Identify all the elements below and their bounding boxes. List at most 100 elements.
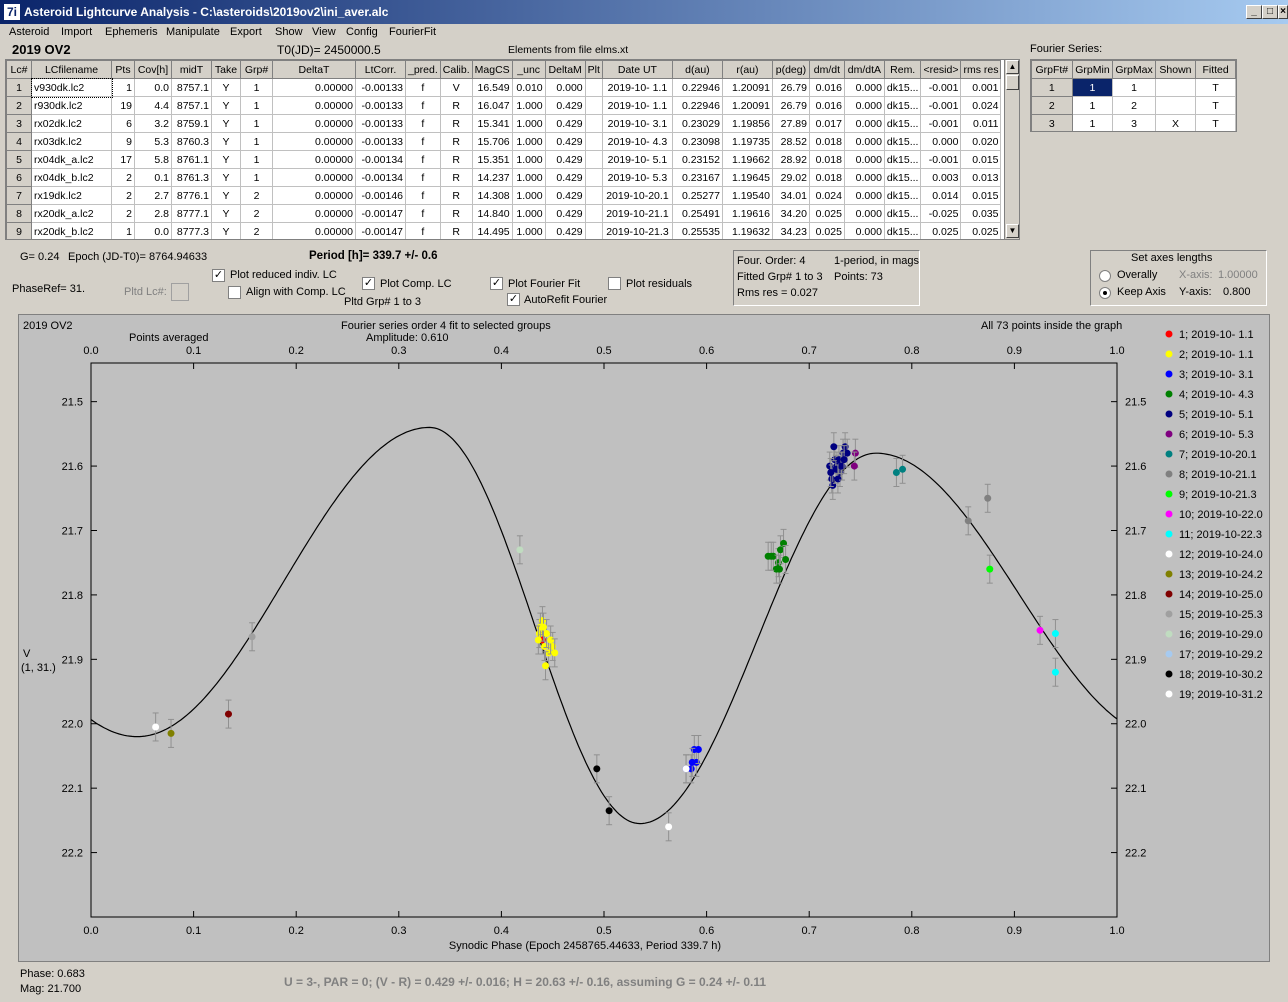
table-cell[interactable]: 2 — [111, 186, 135, 205]
table-cell[interactable]: 1.19645 — [721, 168, 773, 187]
table-cell[interactable]: Y — [211, 222, 241, 239]
table-cell[interactable]: -0.00134 — [355, 150, 406, 169]
table-cell[interactable]: 0.429 — [544, 132, 586, 151]
table-cell[interactable]: 1.19662 — [721, 150, 773, 169]
plot-panel[interactable]: 0.0 0.0 0.1 0.1 0.2 0.2 0.3 0.3 0.4 0.4 0.5 0.5 0.6 0… — [18, 314, 1270, 962]
table-cell[interactable]: 0.014 — [920, 186, 962, 205]
table-cell[interactable]: -0.00134 — [355, 168, 406, 187]
table-cell[interactable]: 0.024 — [808, 186, 845, 205]
table-cell[interactable]: 26.79 — [771, 96, 810, 115]
table-cell[interactable]: 0.025 — [960, 222, 1002, 239]
column-header[interactable]: Take — [211, 60, 241, 79]
table-cell[interactable]: dk15... — [883, 222, 922, 239]
fourier-cell[interactable]: T — [1195, 96, 1236, 115]
autorefit-checkbox[interactable]: ✓ — [507, 293, 520, 306]
table-cell[interactable]: -0.001 — [920, 150, 962, 169]
table-cell[interactable]: 15.706 — [471, 132, 513, 151]
table-cell[interactable]: f — [405, 96, 441, 115]
table-cell[interactable]: 2019-10-20.1 — [601, 186, 673, 205]
table-cell[interactable] — [584, 132, 603, 151]
fourier-cell[interactable]: 3 — [1112, 114, 1156, 131]
table-cell[interactable]: f — [405, 78, 441, 97]
table-row[interactable]: 7 rx19dk.lc2 2 2.7 8776.1 Y 2 0.00000 -0.00146 f R… — [6, 186, 1002, 205]
table-cell[interactable]: -0.00147 — [355, 222, 406, 239]
align-comp-checkbox[interactable] — [228, 286, 241, 299]
table-cell[interactable]: 2.8 — [134, 204, 172, 223]
table-cell[interactable]: 0.00000 — [272, 204, 356, 223]
keep-axis-radio[interactable] — [1099, 287, 1111, 299]
column-header[interactable]: midT — [171, 60, 212, 79]
lightcurve-chart[interactable]: 0.0 0.0 0.1 0.1 0.2 0.2 0.3 0.3 0.4 0.4 0.5 0.5 0.6 0… — [19, 315, 1269, 961]
table-cell[interactable]: 0.000 — [843, 222, 885, 239]
row-header[interactable]: 3 — [6, 114, 32, 133]
scroll-thumb[interactable] — [1006, 75, 1019, 90]
fourier-cell[interactable]: 2 — [1112, 96, 1156, 115]
table-cell[interactable]: 0.000 — [843, 78, 885, 97]
column-header[interactable]: Lc# — [6, 60, 32, 79]
table-cell[interactable]: 0.00000 — [272, 150, 356, 169]
table-cell[interactable]: 8777.1 — [171, 204, 212, 223]
table-cell[interactable]: 0.429 — [544, 186, 586, 205]
table-cell[interactable]: dk15... — [883, 186, 922, 205]
fourier-row-header[interactable]: 2 — [1031, 96, 1073, 115]
table-cell[interactable]: R — [439, 204, 473, 223]
table-cell[interactable]: 0.22946 — [671, 78, 723, 97]
table-cell[interactable]: 29.02 — [771, 168, 810, 187]
table-cell[interactable]: 0.429 — [544, 222, 586, 239]
table-cell[interactable] — [584, 168, 603, 187]
table-cell[interactable]: rx20dk_a.lc2 — [31, 204, 112, 223]
plot-residuals-checkbox[interactable] — [608, 277, 621, 290]
fourier-cell[interactable]: 1 — [1112, 78, 1156, 97]
table-cell[interactable]: 0.0 — [134, 222, 172, 239]
table-cell[interactable]: f — [405, 114, 441, 133]
table-cell[interactable]: v930dk.lc2 — [30, 77, 113, 98]
table-cell[interactable]: 1.20091 — [721, 78, 773, 97]
table-cell[interactable]: f — [405, 132, 441, 151]
table-cell[interactable]: 0.429 — [544, 150, 586, 169]
table-cell[interactable]: 1 — [240, 78, 273, 97]
table-cell[interactable]: 1.19735 — [721, 132, 773, 151]
table-cell[interactable] — [584, 204, 603, 223]
table-cell[interactable]: 1.19616 — [721, 204, 773, 223]
xaxis-value[interactable]: 1.00000 — [1218, 269, 1258, 281]
column-header[interactable]: d(au) — [671, 60, 723, 79]
plot-reduced-checkbox[interactable]: ✓ — [212, 269, 225, 282]
menu-import[interactable]: Import — [61, 26, 92, 38]
table-cell[interactable]: V — [439, 78, 473, 97]
table-cell[interactable]: 34.01 — [771, 186, 810, 205]
column-header[interactable]: _unc — [511, 60, 546, 79]
row-header[interactable]: 5 — [6, 150, 32, 169]
table-cell[interactable]: 0.429 — [544, 168, 586, 187]
table-cell[interactable]: -0.00146 — [355, 186, 406, 205]
table-cell[interactable]: R — [439, 96, 473, 115]
column-header[interactable]: DeltaT — [272, 60, 356, 79]
table-cell[interactable]: Y — [211, 204, 241, 223]
column-header[interactable]: p(deg) — [771, 60, 810, 79]
table-cell[interactable]: 2019-10- 1.1 — [601, 96, 673, 115]
table-cell[interactable]: 0.025 — [808, 204, 845, 223]
table-cell[interactable]: 19 — [111, 96, 135, 115]
table-cell[interactable]: 2019-10-21.1 — [601, 204, 673, 223]
column-header[interactable]: Rem. — [883, 60, 922, 79]
table-cell[interactable]: 0.23167 — [671, 168, 723, 187]
table-cell[interactable]: 1 — [111, 78, 135, 97]
table-cell[interactable]: 0.429 — [544, 114, 586, 133]
table-cell[interactable]: 0.000 — [544, 78, 586, 97]
table-cell[interactable]: 28.52 — [771, 132, 810, 151]
fourier-row-header[interactable]: 3 — [1031, 114, 1073, 131]
table-cell[interactable]: 2019-10-21.3 — [601, 222, 673, 239]
table-cell[interactable]: 1.19540 — [721, 186, 773, 205]
table-cell[interactable]: f — [405, 168, 441, 187]
table-row[interactable]: 3 rx02dk.lc2 6 3.2 8759.1 Y 1 0.00000 -0.00133 f R… — [6, 114, 1002, 133]
table-cell[interactable]: 0.010 — [511, 78, 546, 97]
table-cell[interactable]: 8760.3 — [171, 132, 212, 151]
table-cell[interactable]: 0.00000 — [272, 222, 356, 239]
table-cell[interactable]: -0.001 — [920, 114, 962, 133]
column-header[interactable]: LCfilename — [31, 60, 112, 79]
table-cell[interactable]: 0.000 — [843, 132, 885, 151]
table-cell[interactable]: 0.000 — [843, 186, 885, 205]
table-cell[interactable]: r930dk.lc2 — [31, 96, 112, 115]
table-cell[interactable]: 0.015 — [960, 150, 1002, 169]
table-cell[interactable]: 2019-10- 5.1 — [601, 150, 673, 169]
table-cell[interactable]: 8777.3 — [171, 222, 212, 239]
